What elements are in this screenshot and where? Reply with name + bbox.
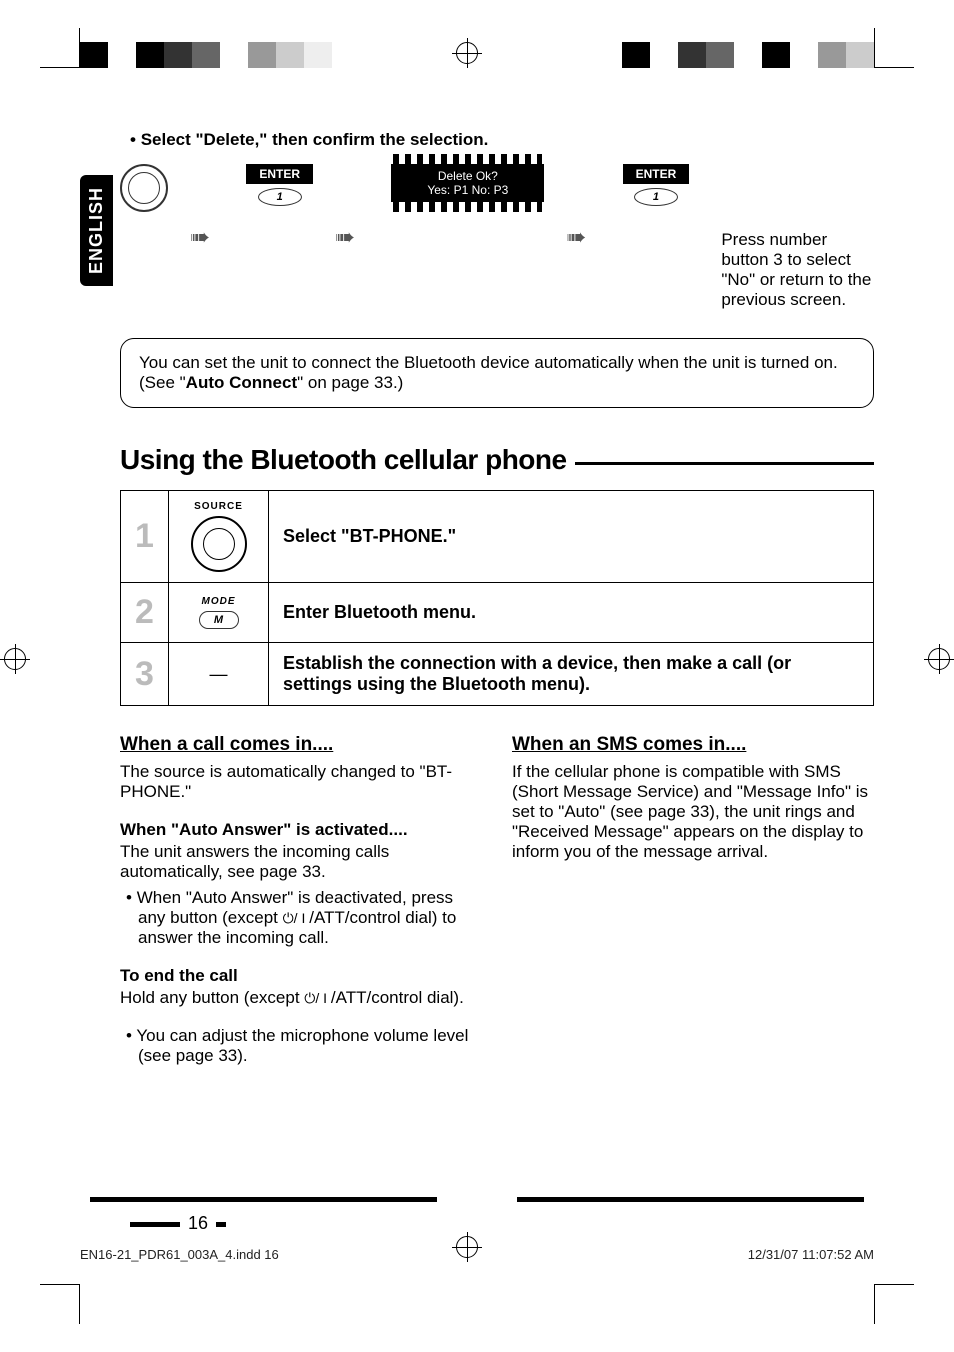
section-heading: Using the Bluetooth cellular phone	[120, 444, 874, 476]
mode-button-icon: M	[199, 611, 239, 629]
sub-heading: To end the call	[120, 966, 482, 986]
steps-table: 1 SOURCE Select "BT-PHONE." 2 MODE M Ent…	[120, 490, 874, 706]
arrow-icon: ➠	[335, 223, 369, 252]
step-icon-cell: SOURCE	[169, 491, 269, 583]
prepress-footer: EN16-21_PDR61_003A_4.indd 16 12/31/07 11…	[80, 1247, 874, 1262]
subsection-heading: When an SMS comes in....	[512, 734, 874, 756]
step-description: Enter Bluetooth menu.	[269, 583, 874, 643]
step-description: Select "BT-PHONE."	[269, 491, 874, 583]
body-text-part: /ATT/control dial).	[331, 988, 464, 1007]
bullet-item: You can adjust the microphone volume lev…	[120, 1026, 482, 1066]
registration-mark	[4, 648, 26, 670]
section-title-text: Using the Bluetooth cellular phone	[120, 444, 567, 476]
footer-filename: EN16-21_PDR61_003A_4.indd 16	[80, 1247, 279, 1262]
preset-1-button: 1	[634, 188, 678, 206]
color-bar	[80, 42, 360, 68]
sub-heading: When "Auto Answer" is activated....	[120, 820, 482, 840]
registration-mark	[928, 648, 950, 670]
enter-button-label: ENTER	[246, 164, 313, 184]
lcd-line1: Delete Ok?	[434, 169, 502, 183]
step-number: 1	[121, 491, 169, 583]
bottom-rule	[90, 1197, 437, 1202]
note-bold: Auto Connect	[186, 373, 297, 392]
power-att-icon: ⏻/ I	[304, 990, 331, 1006]
step-icon-cell: —	[169, 643, 269, 706]
bottom-rule	[517, 1197, 864, 1202]
step-number: 3	[121, 643, 169, 706]
body-text: If the cellular phone is compatible with…	[512, 762, 874, 862]
body-text: The source is automatically changed to "…	[120, 762, 482, 802]
registration-mark	[456, 42, 478, 64]
callout-box: You can set the unit to connect the Blue…	[120, 338, 874, 408]
body-text: Hold any button (except ⏻/ I /ATT/contro…	[120, 988, 482, 1008]
crop-mark	[874, 28, 914, 68]
body-text-part: Hold any button (except	[120, 988, 304, 1007]
right-column: When an SMS comes in.... If the cellular…	[512, 734, 874, 1072]
body-text: The unit answers the incoming calls auto…	[120, 842, 482, 882]
lead-bullet: Select "Delete," then confirm the select…	[130, 130, 874, 150]
side-note: Press number button 3 to select "No" or …	[721, 230, 874, 310]
footer-timestamp: 12/31/07 11:07:52 AM	[748, 1247, 874, 1262]
step-description: Establish the connection with a device, …	[269, 643, 874, 706]
step-icon-cell: MODE M	[169, 583, 269, 643]
subsection-heading: When a call comes in....	[120, 734, 482, 756]
lcd-display: Delete Ok? Yes: P1 No: P3	[391, 164, 544, 202]
crop-mark	[40, 1284, 80, 1324]
step-number: 2	[121, 583, 169, 643]
color-bar	[594, 42, 874, 68]
arrow-icon: ➠	[566, 223, 600, 252]
source-dial-icon	[191, 516, 247, 572]
table-row: 2 MODE M Enter Bluetooth menu.	[121, 583, 874, 643]
bullet-item: When "Auto Answer" is deactivated, press…	[120, 888, 482, 948]
left-column: When a call comes in.... The source is a…	[120, 734, 482, 1072]
page-number: 16	[130, 1213, 226, 1234]
source-label: SOURCE	[183, 501, 254, 512]
illustration-row: ➠ ENTER 1 ➠ Delete Ok? Yes: P1 No: P3 ➠ …	[120, 164, 874, 310]
enter-button-label: ENTER	[623, 164, 690, 184]
note-post: " on page 33.)	[297, 373, 403, 392]
heading-rule	[575, 462, 874, 465]
crop-mark	[40, 28, 80, 68]
power-att-icon: ⏻/ I	[283, 910, 310, 926]
control-dial-icon	[120, 164, 168, 212]
language-tab: ENGLISH	[80, 175, 113, 286]
crop-mark	[874, 1284, 914, 1324]
arrow-icon: ➠	[190, 223, 224, 252]
table-row: 1 SOURCE Select "BT-PHONE."	[121, 491, 874, 583]
lcd-line2: Yes: P1 No: P3	[423, 183, 512, 197]
table-row: 3 — Establish the connection with a devi…	[121, 643, 874, 706]
mode-label: MODE	[183, 596, 254, 607]
preset-1-button: 1	[258, 188, 302, 206]
